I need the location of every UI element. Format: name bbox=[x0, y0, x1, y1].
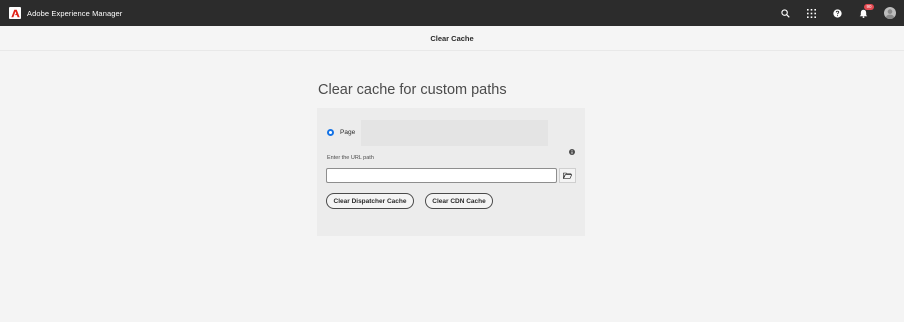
url-path-label: Enter the URL path bbox=[327, 155, 374, 161]
adobe-logo-icon[interactable] bbox=[9, 7, 21, 19]
page-radio-row[interactable]: Page bbox=[327, 129, 355, 136]
search-button[interactable] bbox=[779, 7, 792, 20]
page-path-field[interactable] bbox=[361, 120, 548, 146]
shell-header: Adobe Experience Manager 90 bbox=[0, 0, 904, 26]
clear-dispatcher-cache-button[interactable]: Clear Dispatcher Cache bbox=[326, 193, 414, 209]
url-path-input[interactable] bbox=[326, 168, 557, 183]
info-icon[interactable] bbox=[569, 149, 575, 155]
help-button[interactable] bbox=[831, 7, 844, 20]
notifications-button[interactable]: 90 bbox=[857, 3, 874, 20]
help-icon bbox=[833, 8, 842, 18]
clear-cache-panel: Page Enter the URL path Clear Dispatcher… bbox=[317, 108, 585, 236]
app-title[interactable]: Adobe Experience Manager bbox=[27, 9, 122, 18]
bell-icon bbox=[859, 9, 868, 18]
browse-button[interactable] bbox=[559, 168, 576, 183]
section-heading: Clear cache for custom paths bbox=[318, 82, 507, 98]
search-icon bbox=[781, 8, 790, 18]
user-button[interactable] bbox=[883, 7, 896, 20]
page-radio[interactable] bbox=[327, 129, 334, 136]
page-radio-label: Page bbox=[340, 129, 356, 136]
apps-button[interactable] bbox=[805, 7, 818, 20]
clear-cdn-cache-button[interactable]: Clear CDN Cache bbox=[425, 193, 493, 209]
user-icon bbox=[883, 7, 896, 19]
shell-actions: 90 bbox=[766, 0, 896, 26]
folder-icon bbox=[563, 172, 572, 179]
page-title: Clear Cache bbox=[430, 33, 474, 43]
apps-grid-icon bbox=[807, 8, 816, 18]
notification-badge: 90 bbox=[864, 3, 874, 10]
page-titlebar: Clear Cache bbox=[0, 26, 904, 51]
